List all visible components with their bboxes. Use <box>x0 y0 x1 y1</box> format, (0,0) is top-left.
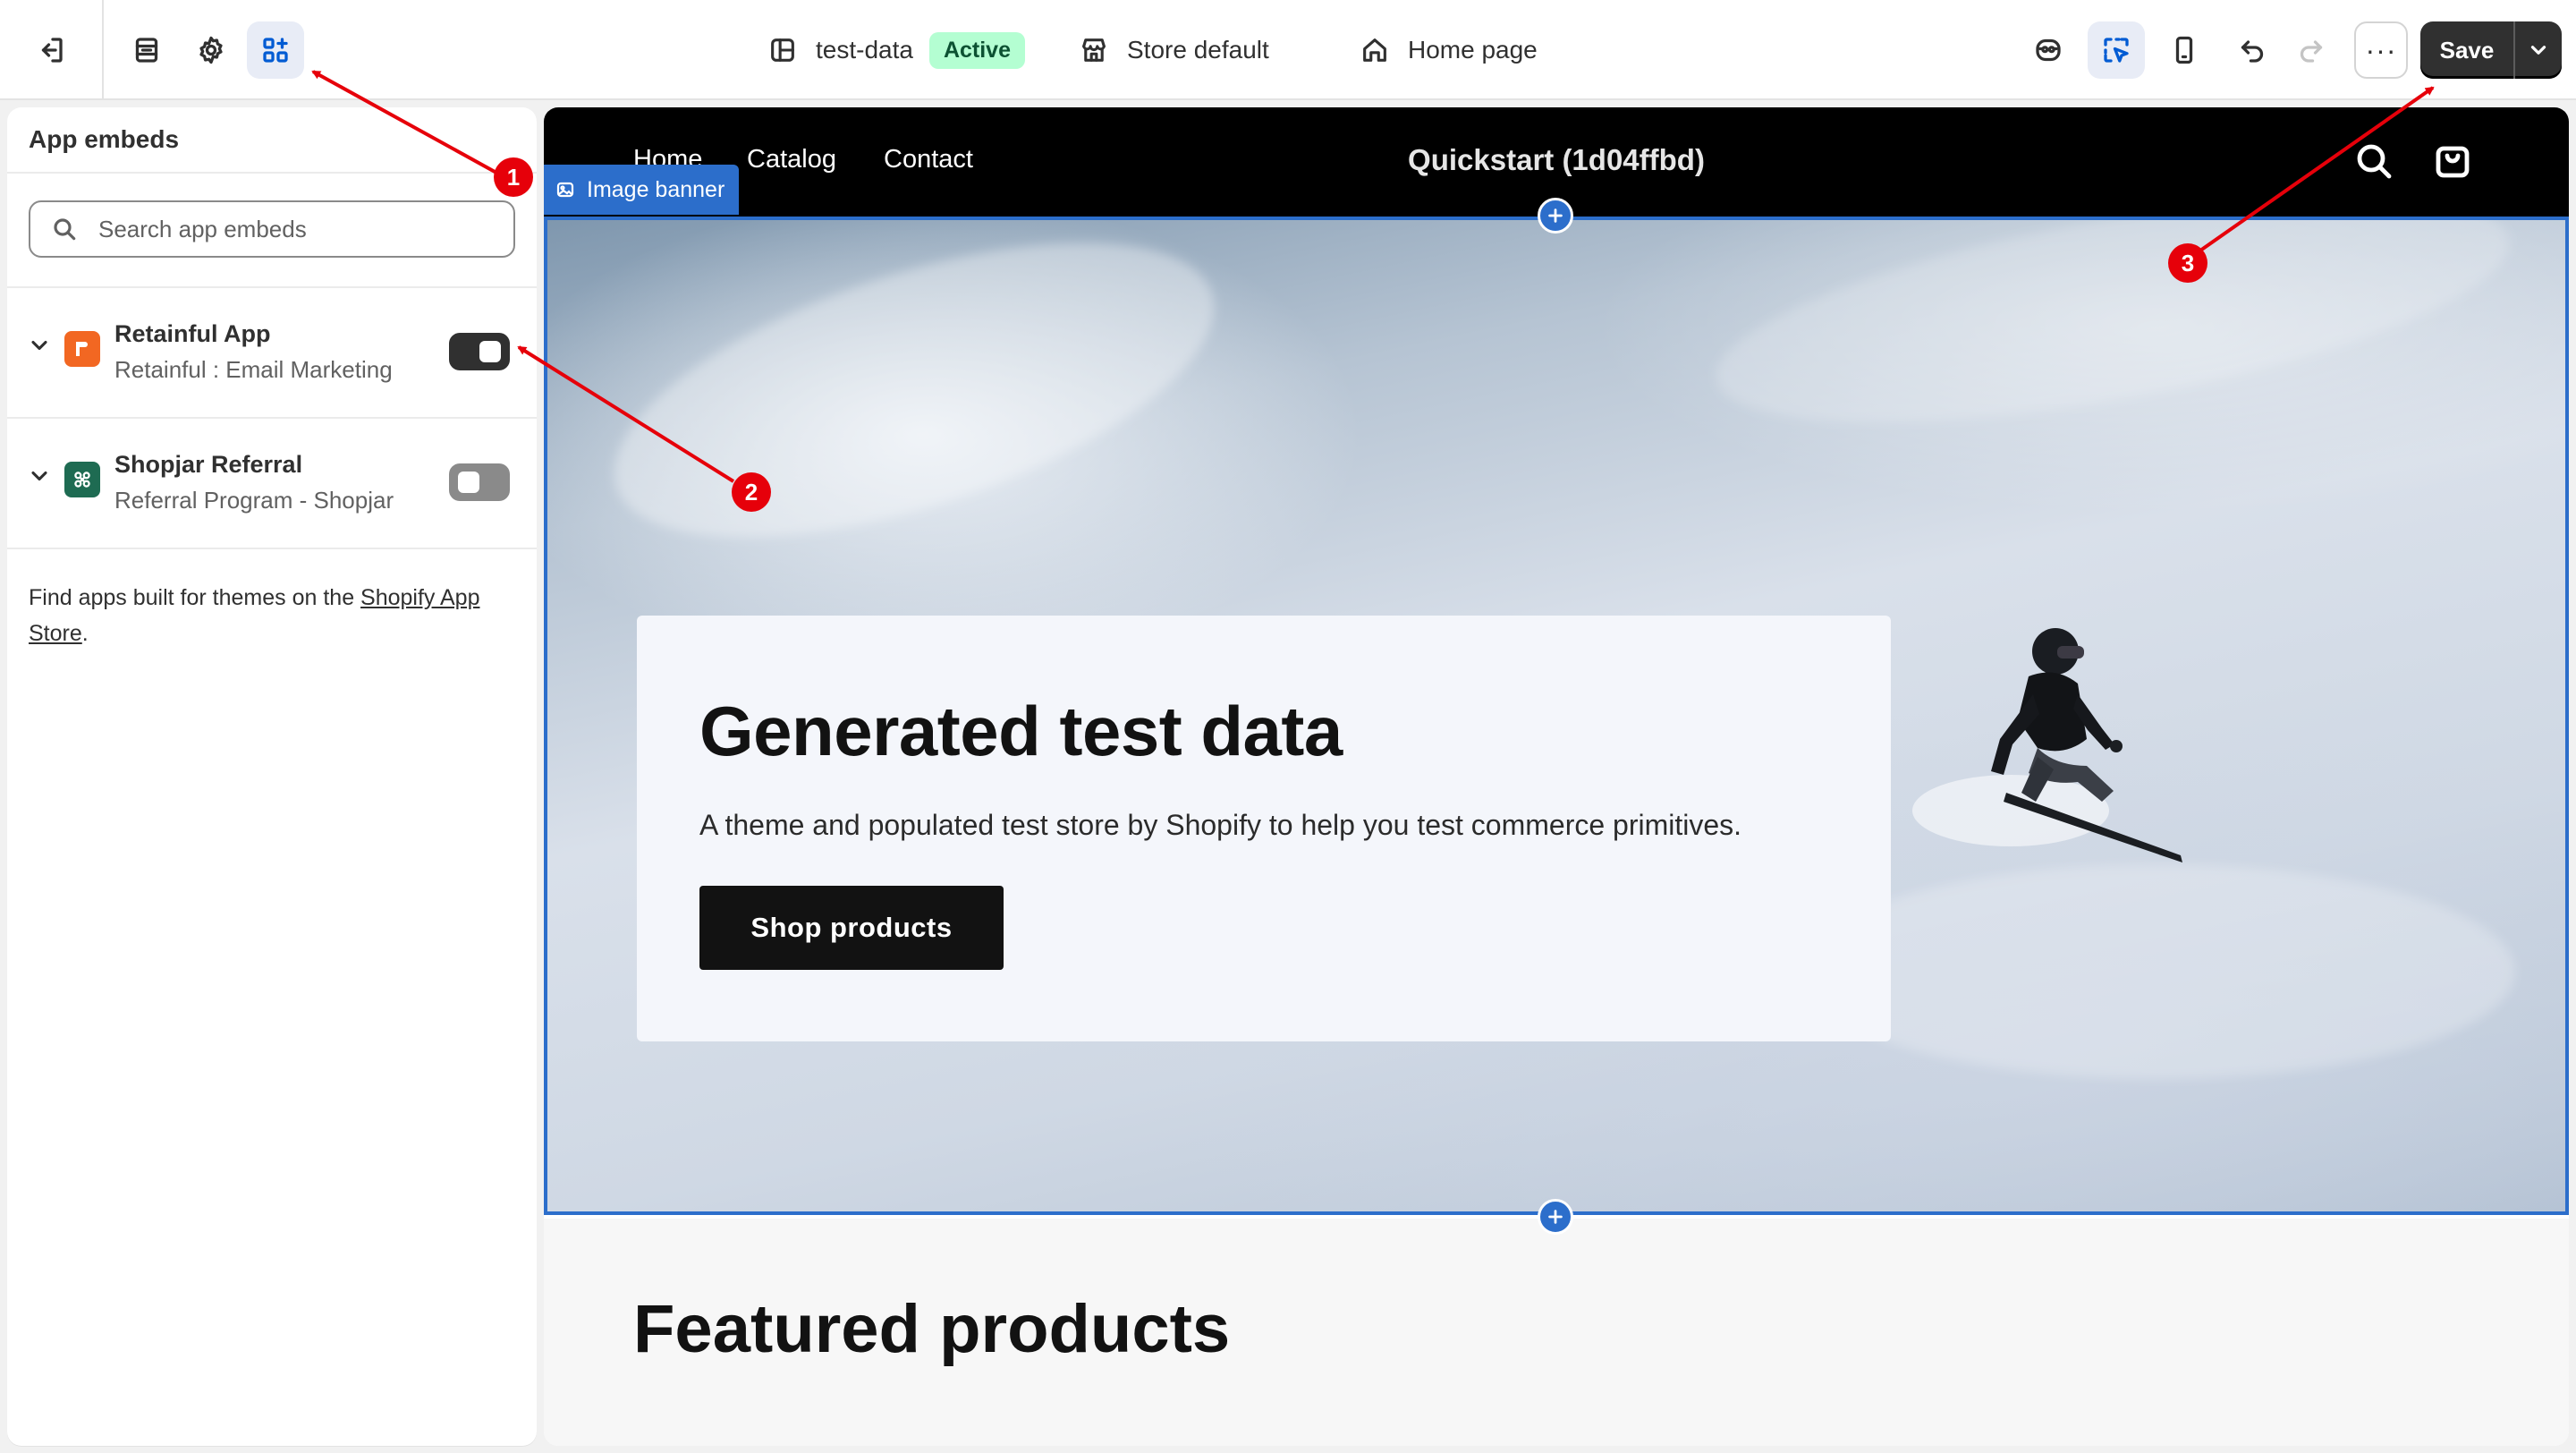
annotation-marker-3: 3 <box>2168 243 2207 283</box>
theme-status-badge: Active <box>928 31 1025 69</box>
page-template-label: Home page <box>1408 36 1538 64</box>
theme-preview: Home Catalog Contact Quickstart (1d04ffb… <box>544 107 2569 1446</box>
retainful-logo-icon <box>76 342 88 356</box>
snow-spray <box>580 220 1249 598</box>
panel-title: App embeds <box>29 125 180 153</box>
store-context-label: Store default <box>1127 36 1269 64</box>
featured-heading: Featured products <box>633 1291 1231 1367</box>
apps-icon <box>263 38 288 63</box>
bag-icon <box>2436 146 2470 178</box>
section-label: Image banner <box>587 176 725 202</box>
store-name[interactable]: Quickstart (1d04ffbd) <box>544 143 2569 177</box>
panel-divider <box>7 548 537 549</box>
save-options-button[interactable] <box>2515 21 2562 79</box>
undo-button[interactable] <box>2224 21 2281 79</box>
app-subtitle: Retainful : Email Marketing <box>114 356 393 383</box>
panel-divider <box>7 172 537 174</box>
exit-button[interactable] <box>21 21 79 79</box>
search-input[interactable] <box>98 215 492 243</box>
snowboarder-image <box>1912 628 2182 862</box>
cart-button[interactable] <box>2431 140 2474 183</box>
search-field[interactable] <box>29 200 515 258</box>
hero-heading: Generated test data <box>699 692 1343 770</box>
app-embeds-panel: App embeds Retainful App Retainful : Ema… <box>7 107 537 1446</box>
editor-topbar: test-data Active Store default Home page… <box>0 0 2576 100</box>
undo-icon <box>2241 40 2264 63</box>
layout-icon <box>771 38 794 62</box>
annotation-marker-2: 2 <box>732 472 771 512</box>
section-label-tag[interactable]: Image banner <box>544 165 740 215</box>
banner-content-box: Generated test data A theme and populate… <box>637 616 1891 1041</box>
app-embed-toggle[interactable] <box>449 463 510 501</box>
inspector-button[interactable] <box>2088 21 2145 79</box>
hint-end: . <box>81 621 89 646</box>
mobile-preview-button[interactable] <box>2156 21 2213 79</box>
ai-assistant-button[interactable] <box>2020 21 2077 79</box>
shopjar-logo <box>64 462 100 497</box>
theme-selector[interactable]: test-data Active <box>767 27 1025 73</box>
store-icon <box>1082 38 1106 62</box>
expand-button[interactable] <box>27 463 52 489</box>
app-embed-row-retainful: Retainful App Retainful : Email Marketin… <box>7 288 537 417</box>
more-actions-button[interactable]: ··· <box>2354 21 2408 79</box>
app-name: Retainful App <box>114 320 271 347</box>
save-button-group: Save <box>2420 21 2562 79</box>
hint-text: Find apps built for themes on the <box>29 585 361 610</box>
annotation-marker-1: 1 <box>494 157 533 197</box>
hero-text: A theme and populated test store by Shop… <box>699 809 1742 841</box>
plus-icon <box>1548 1210 1563 1224</box>
app-embeds-button[interactable] <box>247 21 304 79</box>
toggle-knob <box>458 472 479 493</box>
sections-icon <box>135 38 158 63</box>
mobile-icon <box>2175 36 2193 64</box>
add-section-above-button[interactable] <box>1538 198 1573 234</box>
chevron-down-icon <box>31 471 47 481</box>
image-icon <box>556 182 574 198</box>
page-selector[interactable]: Home page <box>1360 27 1538 73</box>
plus-icon <box>1548 208 1563 223</box>
redo-button[interactable] <box>2283 21 2340 79</box>
theme-name: test-data <box>816 36 913 64</box>
chevron-down-icon <box>2530 46 2546 55</box>
gear-icon <box>199 36 223 64</box>
shop-products-button[interactable]: Shop products <box>699 886 1004 970</box>
app-name: Shopjar Referral <box>114 451 303 478</box>
shopjar-logo-icon <box>74 472 90 488</box>
app-store-hint: Find apps built for themes on the Shopif… <box>29 580 512 651</box>
topbar-divider <box>102 0 104 98</box>
expand-button[interactable] <box>27 333 52 358</box>
sections-button[interactable] <box>118 21 175 79</box>
search-icon <box>2357 144 2392 179</box>
app-embed-row-shopjar: Shopjar Referral Referral Program - Shop… <box>7 419 537 548</box>
select-cursor-icon <box>2104 38 2129 63</box>
theme-settings-button[interactable] <box>182 21 240 79</box>
save-button[interactable]: Save <box>2420 21 2513 79</box>
chevron-down-icon <box>31 340 47 351</box>
image-banner-section[interactable]: Generated test data A theme and populate… <box>544 217 2569 1215</box>
store-context-selector[interactable]: Store default <box>1079 27 1269 73</box>
sidekick-icon <box>2036 38 2061 62</box>
redo-icon <box>2300 40 2323 63</box>
search-icon <box>54 218 76 241</box>
exit-icon <box>41 38 63 63</box>
snow-cloud <box>1700 220 2525 468</box>
app-embed-toggle[interactable] <box>449 333 510 370</box>
app-subtitle: Referral Program - Shopjar <box>114 487 394 514</box>
add-section-below-button[interactable] <box>1538 1199 1573 1235</box>
store-search-button[interactable] <box>2352 140 2395 183</box>
retainful-logo <box>64 331 100 367</box>
featured-products-section[interactable]: Featured products <box>544 1219 2569 1446</box>
toggle-knob <box>479 341 501 362</box>
home-icon <box>1363 38 1386 62</box>
